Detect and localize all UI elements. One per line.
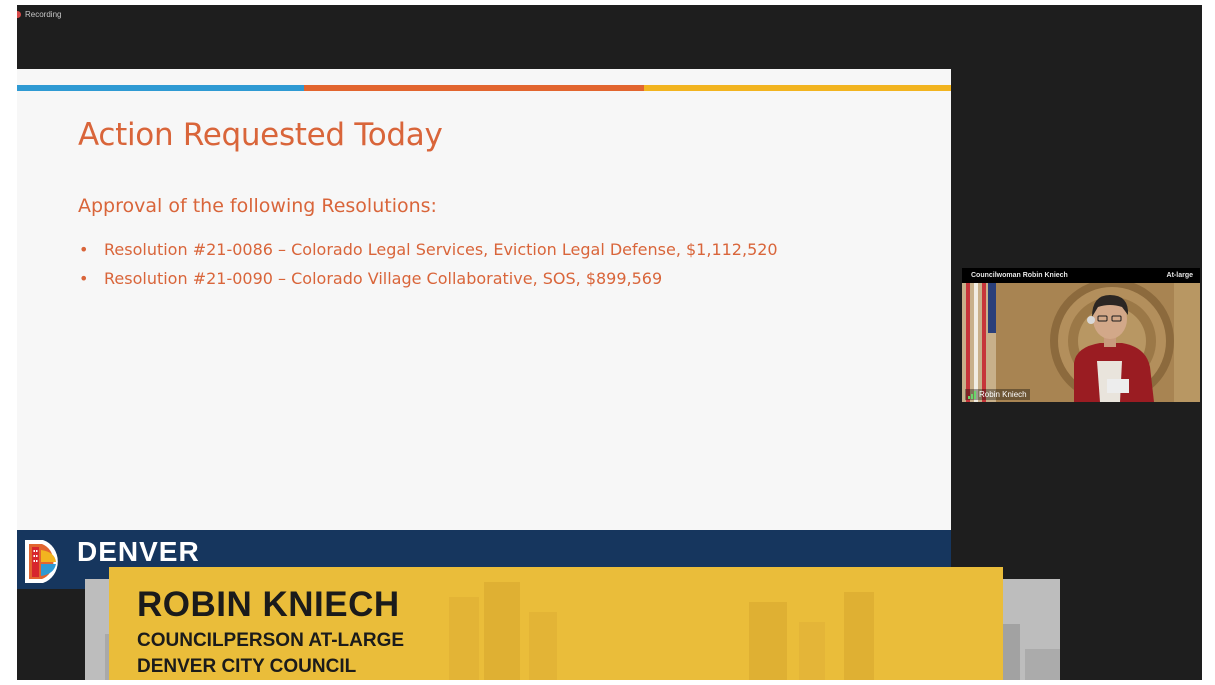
tile-header: Councilwoman Robin Kniech At-large	[962, 268, 1200, 282]
participant-name: Robin Kniech	[979, 390, 1027, 399]
resolution-text: Resolution #21-0090 – Colorado Village C…	[104, 269, 663, 288]
shared-slide: Action Requested Today Approval of the f…	[17, 69, 951, 589]
speaker-name: ROBIN KNIECH	[137, 585, 400, 624]
recording-label: Recording	[25, 10, 62, 19]
recording-indicator: Recording	[17, 10, 61, 19]
meeting-window: Recording Action Requested Today Approva…	[17, 5, 1202, 680]
slide-stripe-blue	[17, 85, 304, 91]
slide-stripe-orange	[304, 85, 644, 91]
slide-title: Action Requested Today	[78, 117, 443, 153]
slide-subtitle: Approval of the following Resolutions:	[78, 195, 437, 217]
lower-third-name-banner: ROBIN KNIECH COUNCILPERSON AT-LARGE DENV…	[109, 567, 1003, 680]
participant-video-feed	[962, 283, 1200, 402]
denver-logo-text: DENVER	[77, 536, 200, 567]
list-item: • Resolution #21-0090 – Colorado Village…	[78, 264, 778, 293]
recording-dot-icon	[17, 11, 21, 18]
signal-bars-icon	[968, 390, 976, 399]
slide-stripe-yellow	[644, 85, 951, 91]
speaker-title: COUNCILPERSON AT-LARGE	[137, 630, 405, 651]
tile-header-district: At-large	[1166, 271, 1193, 279]
bullet-icon: •	[79, 240, 89, 259]
participant-video-tile[interactable]: Councilwoman Robin Kniech At-large Robin…	[962, 268, 1200, 402]
tile-header-name: Councilwoman Robin Kniech	[971, 271, 1068, 279]
resolution-list: • Resolution #21-0086 – Colorado Legal S…	[78, 235, 778, 293]
resolution-text: Resolution #21-0086 – Colorado Legal Ser…	[104, 240, 778, 259]
bullet-icon: •	[79, 269, 89, 288]
denver-d-logo-icon	[25, 540, 58, 583]
participant-name-label: Robin Kniech	[965, 389, 1030, 400]
speaker-organization: DENVER CITY COUNCIL	[137, 656, 357, 677]
list-item: • Resolution #21-0086 – Colorado Legal S…	[78, 235, 778, 264]
